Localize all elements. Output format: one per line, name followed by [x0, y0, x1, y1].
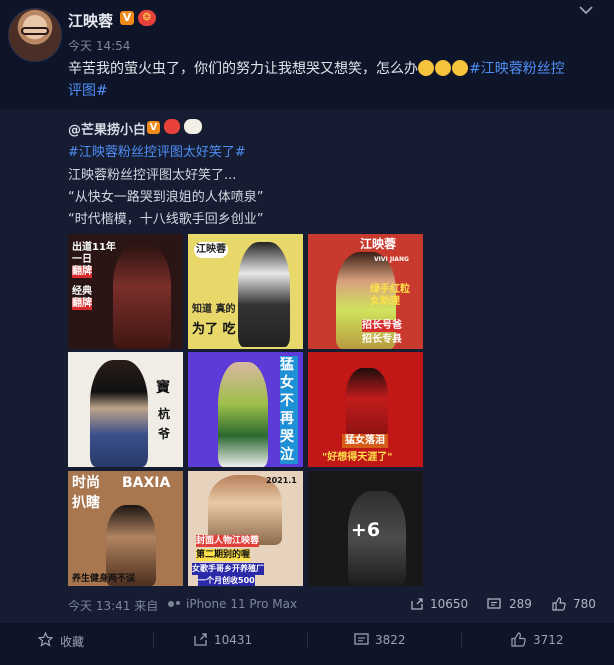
- hashtag-link[interactable]: #江映蓉粉丝控: [469, 61, 565, 77]
- image-caption: 女助理: [370, 296, 400, 307]
- repost-image-more[interactable]: +6: [308, 471, 423, 586]
- repost-comment-count[interactable]: 289: [509, 597, 532, 611]
- image-caption: 第二期别的喔: [196, 549, 251, 561]
- image-caption: 出道11年: [72, 242, 116, 253]
- image-caption: 江映蓉: [360, 237, 397, 251]
- repost-button[interactable]: 10431: [214, 633, 252, 647]
- repost-image[interactable]: 江映蓉 VIVI JIANG 绿手红粒 女助理 招长号爸 招长专县: [308, 234, 423, 349]
- more-images-count: +6: [350, 519, 381, 541]
- repost-line: “从快女一路哭到浪姐的人体喷泉”: [68, 190, 264, 205]
- image-caption: 2021.1: [266, 476, 297, 485]
- repost-image[interactable]: 出道11年 一日 翻牌 经典 翻牌: [68, 234, 183, 349]
- star-icon[interactable]: [38, 632, 53, 647]
- image-caption: 一个月创收500: [198, 575, 255, 586]
- comment-button[interactable]: 3822: [375, 633, 406, 647]
- comment-icon[interactable]: [487, 597, 501, 611]
- image-caption: 封面人物江映蓉: [196, 535, 260, 547]
- divider: [461, 632, 462, 648]
- image-caption: 经典: [72, 286, 92, 297]
- fan-badge-icon: ❂: [138, 10, 156, 26]
- image-caption: 一日: [72, 254, 92, 265]
- fan-badge-icon: [164, 119, 180, 134]
- image-caption: 猛女不再哭泣: [280, 356, 298, 464]
- repost-icon[interactable]: [193, 632, 208, 647]
- divider: [307, 632, 308, 648]
- image-caption: 江映蓉: [194, 242, 228, 258]
- comment-icon[interactable]: [354, 632, 369, 647]
- repost-image[interactable]: 猛女不再哭泣: [188, 352, 303, 467]
- image-caption: 翻牌: [72, 298, 92, 310]
- image-caption: BAXIA: [122, 475, 171, 491]
- verified-badge-icon: V: [147, 121, 160, 134]
- chevron-down-icon[interactable]: [578, 4, 594, 16]
- repost-line: “时代楷模，十八线歌手回乡创业”: [68, 212, 264, 227]
- hashtag-link-cont[interactable]: 评图#: [68, 83, 108, 99]
- repost-time[interactable]: 今天 13:41 来自: [68, 597, 158, 614]
- crying-emoji-icon: [418, 60, 434, 76]
- repost-hashtag[interactable]: #江映蓉粉丝控评图太好笑了#: [68, 141, 246, 160]
- image-caption: 绿手红粒: [370, 284, 410, 295]
- divider: [153, 632, 154, 648]
- post-time[interactable]: 今天 14:54: [68, 37, 130, 54]
- image-caption: 爷: [158, 427, 171, 441]
- laughing-emoji-icon: [435, 60, 451, 76]
- image-caption: 知道 真的: [192, 304, 236, 315]
- username[interactable]: 江映蓉: [68, 10, 113, 31]
- verified-badge-icon: V: [120, 11, 134, 25]
- favorite-button[interactable]: 收藏: [60, 633, 84, 650]
- image-caption: 时尚: [72, 475, 100, 491]
- like-icon[interactable]: [511, 632, 526, 647]
- image-caption: 扒瞎: [72, 495, 100, 511]
- image-caption: 寶: [156, 380, 170, 396]
- sweat-emoji-icon: [452, 60, 468, 76]
- device-icon: [168, 601, 180, 607]
- image-caption: 养生健身两不误: [72, 574, 136, 584]
- repost-like-count[interactable]: 780: [573, 597, 596, 611]
- post-main-text: 辛苦我的萤火虫了，你们的努力让我想哭又想笑，怎么办: [68, 61, 418, 77]
- image-caption: 招长专县: [362, 334, 402, 345]
- like-icon[interactable]: [552, 597, 566, 611]
- repost-device[interactable]: iPhone 11 Pro Max: [186, 597, 297, 611]
- repost-image[interactable]: 寶 杭 爷: [68, 352, 183, 467]
- image-caption: 翻牌: [72, 266, 92, 278]
- image-caption: 猛女落泪: [342, 434, 388, 448]
- avatar[interactable]: [8, 8, 62, 62]
- repost-author[interactable]: @芒果捞小白: [68, 119, 146, 138]
- repost-icon[interactable]: [410, 597, 424, 611]
- repost-line: 江映蓉粉丝控评图太好笑了...: [68, 168, 237, 183]
- like-button[interactable]: 3712: [533, 633, 564, 647]
- repost-image[interactable]: 江映蓉 知道 真的 为了 吃: [188, 234, 303, 349]
- cow-badge-icon: [184, 119, 202, 134]
- repost-image[interactable]: 猛女落泪 "好想得天涯了": [308, 352, 423, 467]
- image-caption: 为了 吃: [192, 322, 236, 337]
- post-text: 辛苦我的萤火虫了，你们的努力让我想哭又想笑，怎么办 #江映蓉粉丝控 评图#: [68, 58, 598, 102]
- image-caption: 招长号爸: [362, 320, 402, 332]
- image-caption: VIVI JIANG: [374, 256, 409, 263]
- image-caption: 女歌手哥乡开养殖厂: [192, 563, 264, 575]
- repost-image[interactable]: 时尚 BAXIA 扒瞎 养生健身两不误: [68, 471, 183, 586]
- repost-image[interactable]: 2021.1 封面人物江映蓉 第二期别的喔 女歌手哥乡开养殖厂 一个月创收500: [188, 471, 303, 586]
- image-caption: 杭: [158, 407, 171, 421]
- image-caption: "好想得天涯了": [322, 452, 393, 463]
- repost-repost-count[interactable]: 10650: [430, 597, 468, 611]
